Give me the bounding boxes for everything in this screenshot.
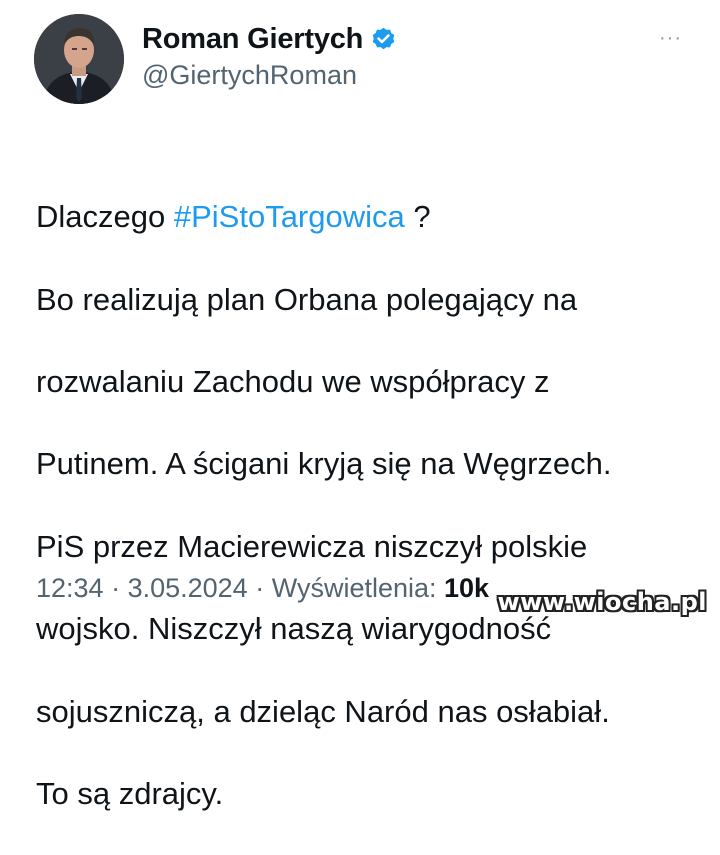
tweet-text: Dlaczego #PiStoTargowica ? Bo realizują … — [36, 155, 706, 855]
tweet-text-suffix: ? — [404, 199, 431, 235]
author-handle[interactable]: @GiertychRoman — [142, 60, 357, 91]
hashtag-link[interactable]: #PiStoTargowica — [174, 199, 405, 234]
meta-separator-2: · — [247, 573, 272, 603]
author-display-name[interactable]: Roman Giertych — [142, 23, 363, 56]
watermark: www.wiocha.pl — [497, 588, 707, 616]
author-name-row[interactable]: Roman Giertych — [142, 19, 397, 59]
tweet-line-8: To są zdrajcy. — [36, 776, 224, 812]
meta-separator: · — [103, 573, 128, 603]
verified-badge-icon — [370, 26, 397, 53]
avatar-portrait — [34, 14, 124, 104]
tweet-time[interactable]: 12:34 — [36, 573, 104, 603]
views-label: Wyświetlenia: — [271, 573, 445, 603]
avatar[interactable] — [34, 14, 124, 104]
more-options-icon[interactable]: ··· — [659, 28, 682, 48]
tweet-line-1: Dlaczego #PiStoTargowica ? — [36, 196, 706, 237]
tweet-text-prefix: Dlaczego — [36, 199, 174, 235]
tweet-line-7: sojuszniczą, a dzieląc Naród nas osłabia… — [36, 693, 610, 729]
tweet-line-4: Putinem. A ścigani kryją się na Węgrzech… — [36, 446, 612, 482]
tweet-line-3: rozwalaniu Zachodu we współpracy z — [36, 364, 550, 400]
tweet-date[interactable]: 3.05.2024 — [128, 573, 248, 603]
tweet-card: Roman Giertych @GiertychRoman ··· Dlacze… — [0, 0, 720, 811]
tweet-line-2: Bo realizują plan Orbana polegający na — [36, 281, 578, 317]
tweet-meta: 12:34 · 3.05.2024 · Wyświetlenia: 10k — [36, 573, 489, 604]
views-count: 10k — [444, 573, 490, 603]
tweet-line-5: PiS przez Macierewicza niszczył polskie — [36, 528, 588, 564]
